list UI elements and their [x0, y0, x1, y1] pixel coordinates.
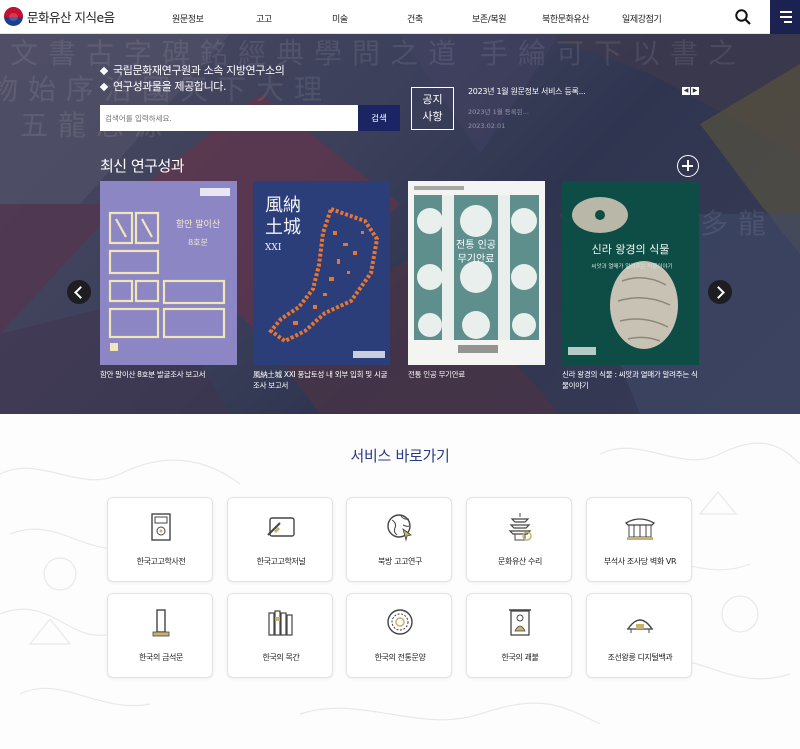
service-card-label: 한국고고학저널: [256, 557, 306, 566]
nav-item-colonial-period[interactable]: 일제강점기: [622, 12, 662, 25]
nav-item-original-info[interactable]: 원문정보: [172, 12, 204, 25]
notice-controls: ◀ ▶: [682, 87, 699, 95]
service-card-label: 한국의 목간: [262, 653, 300, 662]
book-cover-subtitle: 씨앗과 열매가 알려주는 식물이야기: [591, 264, 673, 270]
notice-item-title[interactable]: 2023년 1월 원문정보 서비스 등록...: [468, 86, 678, 97]
notice-list: 2023년 1월 원문정보 서비스 등록... 2023년 1월 등록된... …: [468, 86, 678, 130]
pattern-icon: [387, 609, 413, 635]
book-card[interactable]: 신라 왕경의 식물 씨앗과 열매가 알려주는 식물이야기 신라 왕경의 식물 :…: [562, 181, 699, 391]
hero-search-form: 검색: [100, 105, 400, 131]
intro-line-1: 국립문화재연구원과 소속 지방연구소의: [113, 64, 285, 77]
book-cover-title: 함안 말이산: [175, 220, 221, 230]
book-cover-pungnap: 風納 土城 XXI: [253, 181, 390, 365]
pagoda-icon: [508, 513, 532, 541]
book-cover-malisan: 함안 말이산 8호분: [100, 181, 237, 365]
service-card-label: 조선왕릉 디지털백과: [607, 653, 673, 662]
taegeuk-logo-icon: [4, 7, 23, 26]
notice-item-sub: 2023년 1월 등록된...: [468, 108, 529, 116]
book-caption: 전통 인공 무기안료: [408, 370, 465, 379]
book-cover-silla-plants: 신라 왕경의 식물 씨앗과 열매가 알려주는 식물이야기: [562, 181, 699, 365]
service-card-archaeology-dictionary[interactable]: 한국고고학사전: [107, 497, 213, 582]
carousel-prev-icon[interactable]: [67, 280, 91, 304]
globe-icon: [387, 514, 412, 542]
service-card-buddhist-banner[interactable]: 한국의 괘불: [466, 593, 572, 678]
stele-icon: [152, 609, 170, 637]
service-card-label: 문화유산 수리: [498, 557, 542, 566]
services-title: 서비스 바로가기: [350, 447, 450, 465]
plus-more-icon[interactable]: [677, 155, 699, 177]
search-button[interactable]: 검색: [358, 105, 400, 131]
service-card-label: 한국의 괘불: [501, 653, 539, 662]
search-icon[interactable]: [734, 8, 752, 26]
latest-research-title: 최신 연구성과: [100, 157, 185, 175]
book-caption: 신라 왕경의 식물 : 씨앗과 열매가 알려주는 식물이야기: [562, 370, 698, 390]
service-card-label: 한국고고학사전: [136, 557, 186, 566]
wooden-slips-icon: [268, 610, 293, 636]
nav-item-art[interactable]: 미술: [332, 12, 348, 25]
main-nav: 원문정보 고고 미술 건축 보존/복원 북한문화유산 일제강점기: [150, 0, 725, 34]
tomb-icon: [627, 619, 653, 633]
service-card-royal-tombs[interactable]: 조선왕릉 디지털백과: [586, 593, 692, 678]
service-card-epigraphy[interactable]: 한국의 금석문: [107, 593, 213, 678]
search-input[interactable]: [100, 105, 358, 131]
nav-item-north-korea[interactable]: 북한문화유산: [542, 12, 590, 25]
book-cover-title: 신라 왕경의 식물: [591, 243, 670, 256]
scroll-icon: [267, 517, 295, 537]
hall-icon: [625, 518, 655, 540]
service-card-traditional-patterns[interactable]: 한국의 전통문양: [346, 593, 452, 678]
service-card-label: 북방 고고연구: [378, 557, 422, 566]
diamond-bullet-icon: [99, 66, 109, 75]
book-caption: 風納土城 XXI 풍납토성 내 외부 입회 및 시굴조사 보고서: [253, 370, 388, 390]
service-card-heritage-repair[interactable]: 문화유산 수리: [466, 497, 572, 582]
book-cover-pigment: 전통 인공 무기안료: [408, 181, 545, 365]
book-card[interactable]: 전통 인공 무기안료 전통 인공 무기안료: [408, 181, 545, 380]
book-card[interactable]: 風納 土城 XXI 風納土城 XXI 풍납토성 내 외부 입회 및 시굴조사 보…: [253, 181, 390, 391]
hero-section: 文書古字碑銘經典學問之道 物始序治國天下大理 五龍思源 手綸可下以書之 多龍 국…: [0, 34, 800, 414]
buddha-painting-icon: [509, 609, 531, 636]
service-card-label: 한국의 금석문: [139, 653, 183, 662]
service-card-label: 부석사 조사당 벽화 VR: [603, 557, 677, 566]
book-icon: [151, 513, 171, 541]
nav-item-architecture[interactable]: 건축: [407, 12, 423, 25]
hamburger-menu-icon[interactable]: [770, 0, 800, 34]
intro-line-2: 연구성과물을 제공합니다.: [113, 80, 227, 93]
nav-item-conservation[interactable]: 보존/복원: [472, 12, 507, 25]
notice-prev-icon[interactable]: ◀: [682, 87, 690, 95]
service-card-archaeology-journal[interactable]: 한국고고학저널: [227, 497, 333, 582]
book-caption: 함안 말이산 8호분 발굴조사 보고서: [100, 370, 206, 379]
service-shortcuts-section: 서비스 바로가기 한국고고학사전 한국고고학저널 북방 고고연구 문화유산 수리…: [0, 414, 800, 749]
carousel-next-icon[interactable]: [708, 280, 732, 304]
logo-text: 문화유산 지식e음: [27, 10, 115, 25]
nav-item-archaeology[interactable]: 고고: [256, 12, 272, 25]
notice-label-button[interactable]: 공지 사항: [411, 87, 454, 130]
service-card-wooden-slips[interactable]: 한국의 목간: [227, 593, 333, 678]
hero-intro: 국립문화재연구원과 소속 지방연구소의 연구성과물을 제공합니다.: [99, 63, 285, 95]
decorative-hanja: 手綸可下以書之: [480, 37, 747, 70]
notice-label-line-2: 사항: [422, 110, 443, 123]
site-logo[interactable]: 문화유산 지식e음: [4, 7, 115, 26]
service-card-buseoksa-vr[interactable]: 부석사 조사당 벽화 VR: [586, 497, 692, 582]
decorative-hanja: 多龍: [700, 207, 777, 240]
notice-next-icon[interactable]: ▶: [691, 87, 699, 95]
book-cover-title: 전통 인공 무기안료: [456, 240, 496, 265]
service-card-label: 한국의 전통문양: [374, 653, 426, 662]
site-header: 문화유산 지식e음 원문정보 고고 미술 건축 보존/복원 북한문화유산 일제강…: [0, 0, 800, 34]
notice-label-line-1: 공지: [422, 93, 443, 106]
notice-item-date: 2023.02.01: [468, 122, 506, 130]
service-card-northern-archaeology[interactable]: 북방 고고연구: [346, 497, 452, 582]
diamond-bullet-icon: [99, 82, 109, 91]
book-card[interactable]: 함안 말이산 8호분 함안 말이산 8호분 발굴조사 보고서: [100, 181, 237, 380]
book-cover-subtitle: 8호분: [188, 238, 208, 247]
